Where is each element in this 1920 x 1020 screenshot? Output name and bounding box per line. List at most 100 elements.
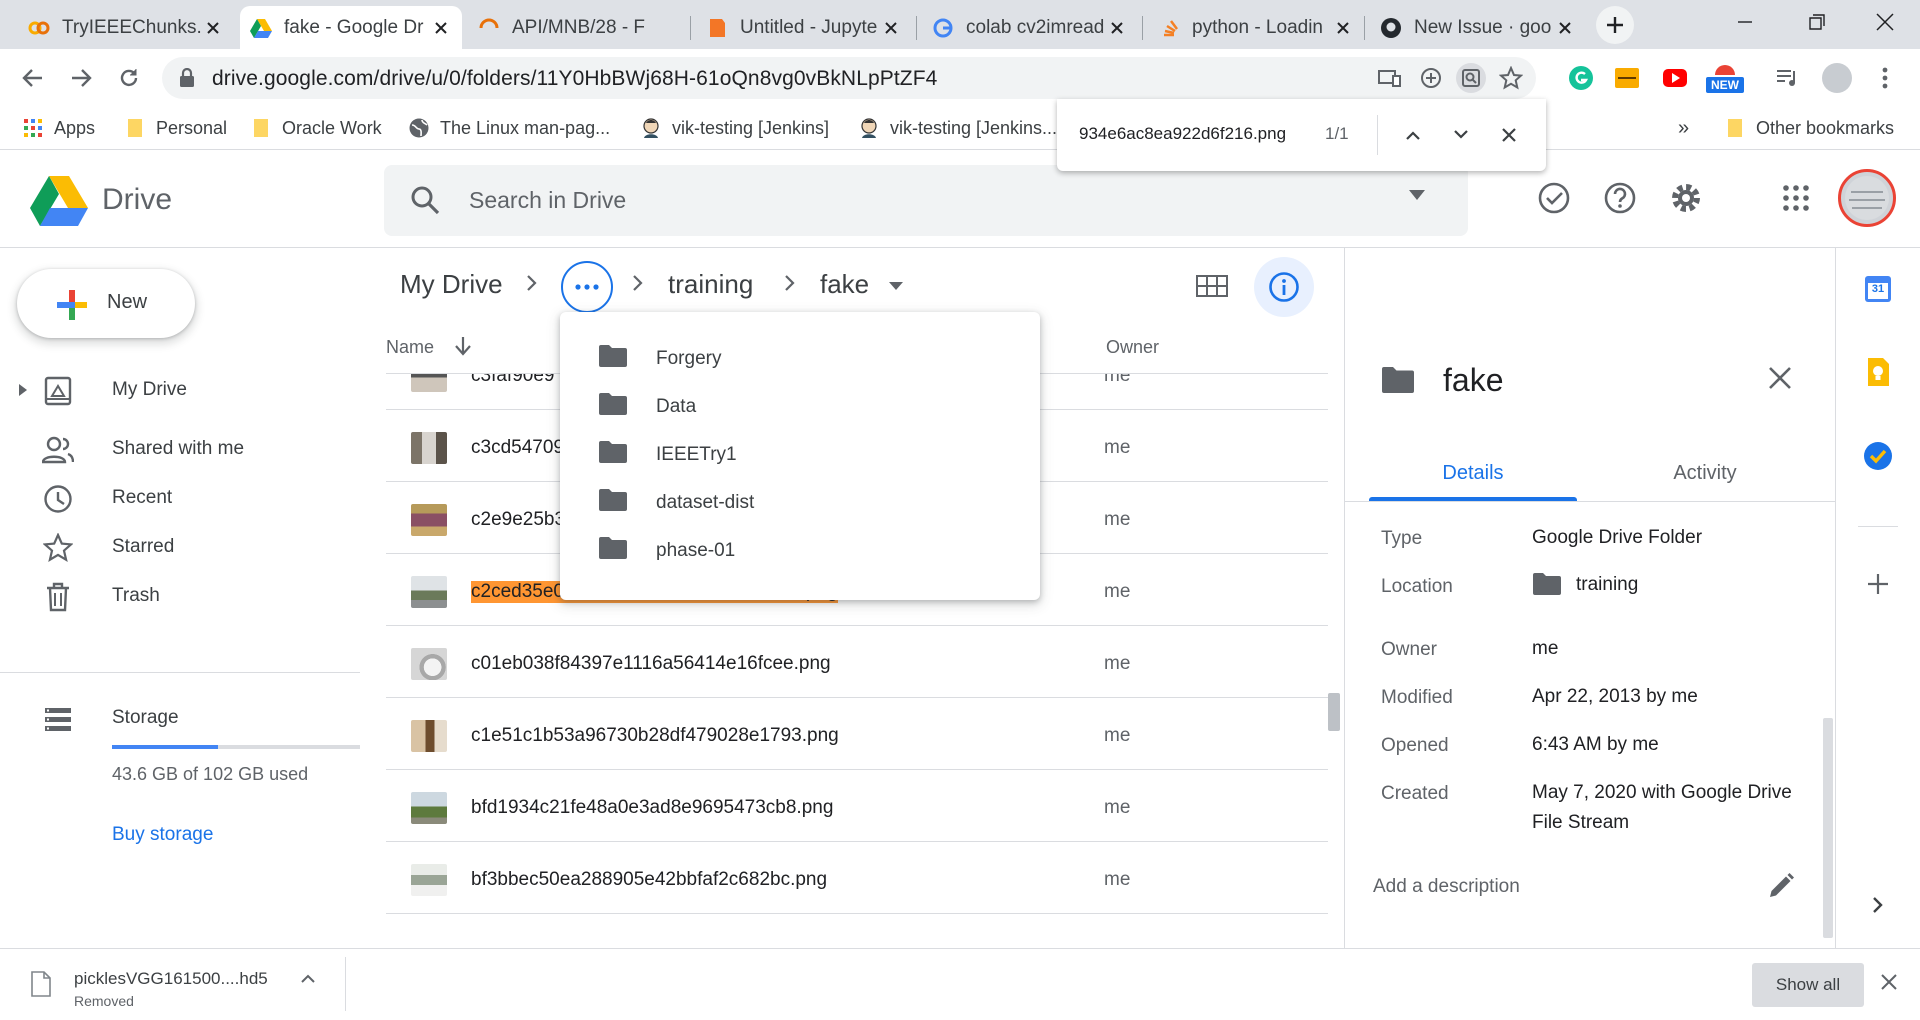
menu-item-forgery[interactable]: Forgery <box>560 334 1040 382</box>
find-next-button[interactable] <box>1445 119 1477 151</box>
tab-close-icon[interactable] <box>1106 17 1128 39</box>
bookmark-apps[interactable]: Apps <box>22 114 95 142</box>
bookmarks-overflow-button[interactable]: » <box>1678 114 1689 142</box>
column-header-name[interactable]: Name <box>386 337 434 358</box>
keep-icon[interactable] <box>1861 355 1895 389</box>
tab-close-icon[interactable] <box>1554 17 1576 39</box>
breadcrumb-my-drive[interactable]: My Drive <box>400 269 503 300</box>
tab-close-icon[interactable] <box>1332 17 1354 39</box>
media-controls-icon[interactable] <box>1772 63 1802 93</box>
window-close-button[interactable] <box>1856 0 1914 44</box>
sidebar-item-trash[interactable]: Trash <box>0 571 360 621</box>
grid-view-icon[interactable] <box>1192 266 1232 306</box>
search-options-dropdown-icon[interactable] <box>1408 189 1426 201</box>
browser-tab-jupyter[interactable]: Untitled - Jupyte <box>696 6 912 49</box>
bookmark-jenkins-2[interactable]: vik-testing [Jenkins... <box>858 114 1057 142</box>
sidebar-item-my-drive[interactable]: My Drive <box>0 365 360 415</box>
bookmark-other-bookmarks[interactable]: Other bookmarks <box>1724 114 1894 142</box>
reload-button[interactable] <box>110 59 148 97</box>
google-apps-icon[interactable] <box>1776 178 1816 218</box>
tab-close-icon[interactable] <box>880 17 902 39</box>
google-drive-logo[interactable] <box>30 174 88 226</box>
expand-panel-chevron-icon[interactable] <box>1861 888 1895 922</box>
edit-pencil-icon[interactable] <box>1767 872 1795 900</box>
chevron-right-icon <box>784 274 796 292</box>
breadcrumb-training[interactable]: training <box>668 269 753 300</box>
zoom-plus-icon[interactable] <box>1416 63 1446 93</box>
tab-close-icon[interactable] <box>202 17 224 39</box>
restore-button[interactable] <box>1788 0 1846 44</box>
tab-close-icon[interactable] <box>430 17 452 39</box>
details-close-button[interactable] <box>1767 365 1793 391</box>
help-icon[interactable] <box>1600 178 1640 218</box>
kebab-menu-icon[interactable] <box>1870 63 1900 93</box>
sidebar-item-storage[interactable]: Storage <box>0 693 360 743</box>
detail-value-location[interactable]: training <box>1576 570 1846 600</box>
table-row[interactable]: c01eb038f84397e1116a56414e16fcee.png me <box>386 626 1328 698</box>
bookmark-linux-man-pages[interactable]: The Linux man-pag... <box>408 114 610 142</box>
extension-orange-icon[interactable] <box>1612 63 1642 93</box>
breadcrumb-dropdown-icon[interactable] <box>888 281 904 291</box>
bookmark-jenkins-1[interactable]: vik-testing [Jenkins] <box>640 114 829 142</box>
find-input[interactable]: 934e6ac8ea922d6f216.png <box>1079 124 1286 144</box>
bookmark-personal[interactable]: Personal <box>124 114 227 142</box>
find-close-button[interactable] <box>1493 119 1525 151</box>
close-download-shelf-icon[interactable] <box>1880 973 1898 991</box>
browser-tab-colab[interactable]: TryIEEEChunks.ip <box>18 6 234 49</box>
buy-storage-link[interactable]: Buy storage <box>112 824 213 846</box>
youtube-icon[interactable] <box>1660 63 1690 93</box>
search-input[interactable]: Search in Drive <box>469 187 626 214</box>
view-details-button[interactable] <box>1254 257 1314 317</box>
find-in-page-icon[interactable] <box>1456 63 1486 93</box>
expand-arrow-icon[interactable] <box>18 383 28 397</box>
tab-details[interactable]: Details <box>1369 452 1577 502</box>
show-all-button[interactable]: Show all <box>1752 963 1864 1007</box>
settings-gear-icon[interactable] <box>1666 178 1706 218</box>
browser-tab-drive[interactable]: fake - Google Dr <box>240 6 462 49</box>
add-description-field[interactable]: Add a description <box>1373 876 1520 898</box>
cast-icon[interactable] <box>1374 63 1404 93</box>
browser-tab-stackoverflow[interactable]: python - Loadin <box>1148 6 1364 49</box>
star-bookmark-icon[interactable] <box>1496 63 1526 93</box>
tab-title: New Issue · goo <box>1414 16 1552 38</box>
calendar-icon[interactable]: 31 <box>1861 272 1895 306</box>
new-tab-button[interactable] <box>1596 6 1634 44</box>
file-list-scrollbar[interactable] <box>1328 693 1340 731</box>
breadcrumb-more-button[interactable] <box>561 261 613 313</box>
menu-item-dataset-dist[interactable]: dataset-dist <box>560 478 1040 526</box>
forward-button[interactable] <box>62 59 100 97</box>
new-button[interactable]: New <box>17 269 195 338</box>
menu-item-phase-01[interactable]: phase-01 <box>560 526 1040 574</box>
offline-check-icon[interactable] <box>1534 178 1574 218</box>
address-bar[interactable]: drive.google.com/drive/u/0/folders/11Y0H… <box>162 57 1536 99</box>
chevron-up-icon[interactable] <box>300 973 316 983</box>
minimize-button[interactable] <box>1716 0 1774 44</box>
grammarly-icon[interactable] <box>1566 63 1596 93</box>
table-row[interactable]: bf3bbec50ea288905e42bbfaf2c682bc.png me <box>386 842 1328 914</box>
menu-item-ieeetry1[interactable]: IEEETry1 <box>560 430 1040 478</box>
profile-avatar-small[interactable] <box>1822 63 1852 93</box>
tab-activity[interactable]: Activity <box>1601 452 1809 502</box>
storage-usage-fill <box>112 745 218 749</box>
download-filename[interactable]: picklesVGG161500....hd5 <box>74 969 268 989</box>
extension-new-badge[interactable]: NEW <box>1706 63 1744 93</box>
tasks-icon[interactable] <box>1861 439 1895 473</box>
menu-item-data[interactable]: Data <box>560 382 1040 430</box>
table-row[interactable]: bfd1934c21fe48a0e3ad8e9695473cb8.png me <box>386 770 1328 842</box>
browser-tab-github[interactable]: New Issue · goo <box>1370 6 1586 49</box>
account-avatar[interactable] <box>1838 169 1896 227</box>
find-previous-button[interactable] <box>1397 119 1429 151</box>
table-row[interactable]: c1e51c1b53a96730b28df479028e1793.png me <box>386 698 1328 770</box>
drive-search-box[interactable]: Search in Drive <box>384 165 1468 236</box>
details-scrollbar[interactable] <box>1823 718 1833 938</box>
sidebar-item-recent[interactable]: Recent <box>0 473 360 523</box>
browser-tab-jenkins[interactable]: API/MNB/28 - F <box>468 6 684 49</box>
sidebar-item-shared-with-me[interactable]: Shared with me <box>0 424 360 474</box>
bookmark-oracle-work[interactable]: Oracle Work <box>250 114 382 142</box>
breadcrumb-fake[interactable]: fake <box>820 269 869 300</box>
browser-tab-google-search[interactable]: colab cv2imread <box>922 6 1138 49</box>
sidebar-item-starred[interactable]: Starred <box>0 522 360 572</box>
get-addons-plus-icon[interactable] <box>1861 567 1895 601</box>
sort-arrow-down-icon[interactable] <box>454 336 472 356</box>
back-button[interactable] <box>14 59 52 97</box>
